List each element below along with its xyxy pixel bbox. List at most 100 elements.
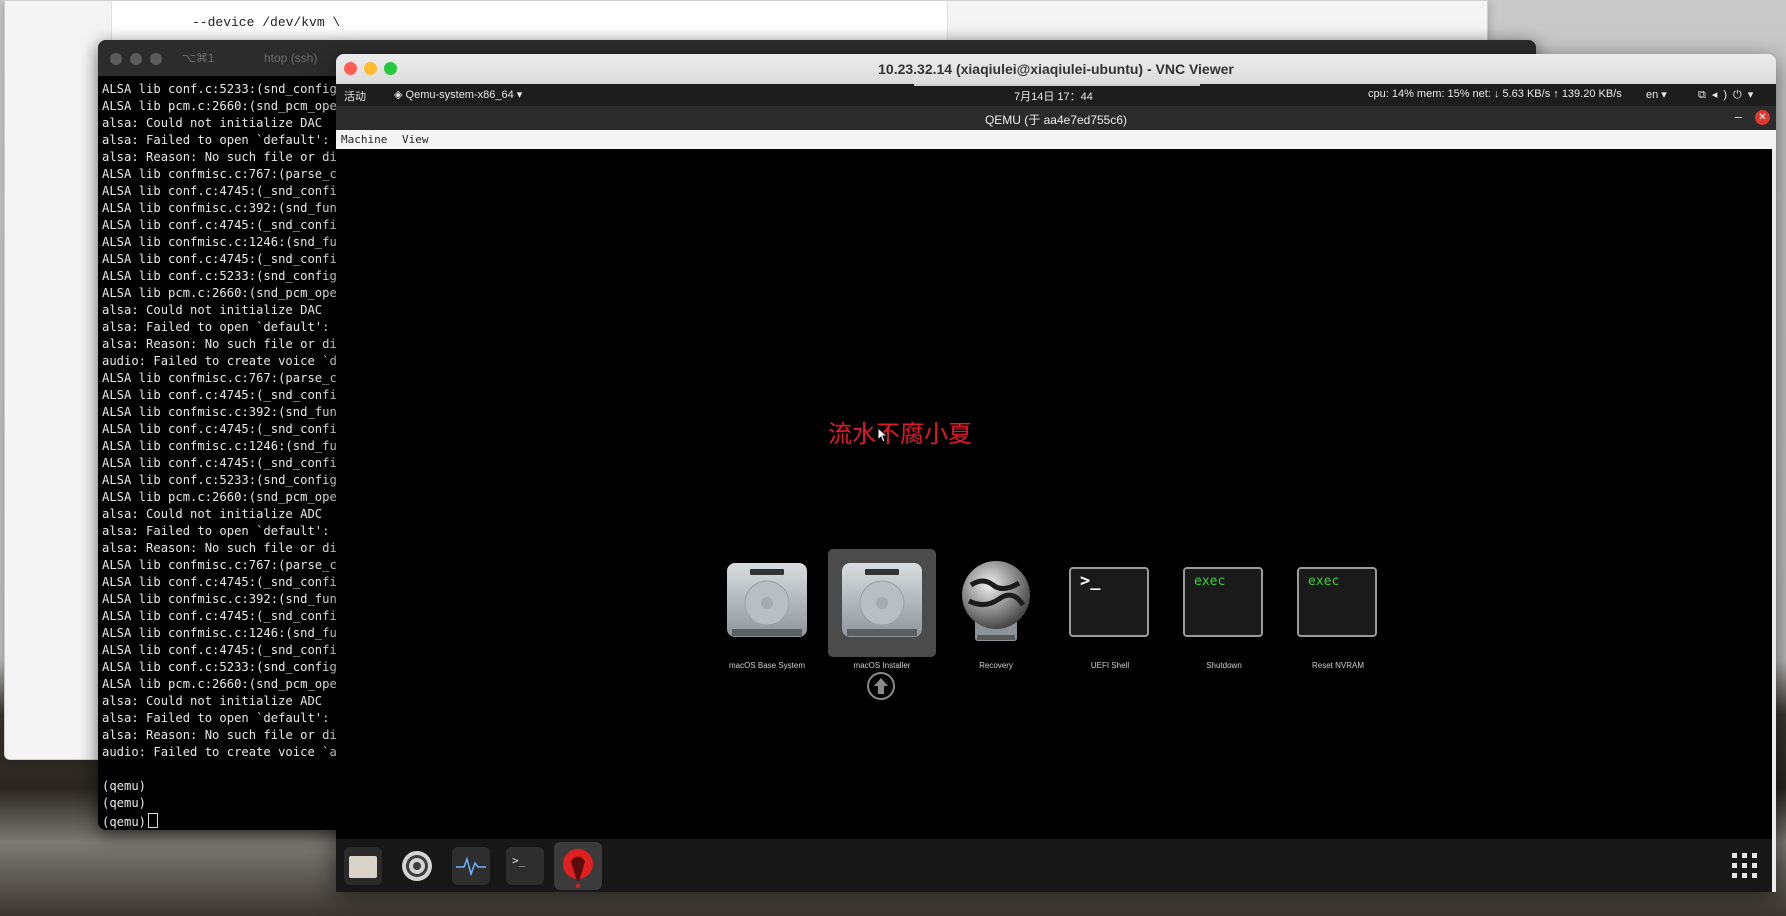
terminal-output-line: alsa: Reason: No such file or dir xyxy=(102,150,342,164)
exec-icon: exec xyxy=(1183,567,1263,637)
terminal-output-line: alsa: Reason: No such file or dir xyxy=(102,337,342,351)
exec-icon: exec xyxy=(1297,567,1377,637)
terminal-output-line: ALSA lib confmisc.c:392:(snd_func xyxy=(102,592,342,606)
terminal-output-line: ALSA lib pcm.c:2660:(snd_pcm_open xyxy=(102,286,342,300)
terminal-output-line: ALSA lib confmisc.c:1246:(snd_fun xyxy=(102,626,342,640)
qemu-display[interactable]: 流水不腐小夏 macOS Base System macOS Installer… xyxy=(336,149,1772,839)
terminal-output-line: alsa: Could not initialize ADC xyxy=(102,694,323,708)
system-monitor-icon[interactable] xyxy=(452,847,490,885)
terminal-output-line: ALSA lib conf.c:4745:(_snd_config xyxy=(102,643,342,657)
qemu-window-title: QEMU (于 aa4e7ed755c6) xyxy=(984,113,1128,127)
terminal-close-button[interactable] xyxy=(110,53,122,65)
terminal-icon[interactable]: >_ xyxy=(506,847,544,885)
terminal-output-line: ALSA lib confmisc.c:392:(snd_func xyxy=(102,201,342,215)
boot-entry-reset-nvram[interactable]: exec Reset NVRAM xyxy=(1283,549,1393,679)
mouse-pointer-icon xyxy=(877,427,889,443)
language-menu[interactable]: en ▾ xyxy=(1646,88,1667,101)
terminal-output-line: alsa: Reason: No such file or dir xyxy=(102,728,342,742)
panel-highlight-line xyxy=(914,84,1200,86)
terminal-minimize-button[interactable] xyxy=(130,53,142,65)
terminal-output-line: ALSA lib confmisc.c:767:(parse_ca xyxy=(102,371,342,385)
vnc-viewer-window[interactable]: 10.23.32.14 (xiaqiulei@xiaqiulei-ubuntu)… xyxy=(336,54,1776,892)
qemu-titlebar[interactable]: QEMU (于 aa4e7ed755c6) – ✕ xyxy=(336,106,1776,130)
terminal-output-line: ALSA lib conf.c:4745:(_snd_config xyxy=(102,218,342,232)
terminal-zoom-button[interactable] xyxy=(150,53,162,65)
menu-view[interactable]: View xyxy=(402,133,429,146)
exec-glyph: exec xyxy=(1194,574,1226,589)
boot-entry-label: Recovery xyxy=(979,661,1013,670)
boot-entry-shutdown[interactable]: exec Shutdown xyxy=(1169,549,1279,679)
menu-machine[interactable]: Machine xyxy=(341,133,387,146)
terminal-output-line: alsa: Could not initialize DAC xyxy=(102,116,323,130)
terminal-output-line: ALSA lib pcm.c:2660:(snd_pcm_open xyxy=(102,99,342,113)
terminal-prompt-text: (qemu) xyxy=(102,815,147,829)
network-icon: ⧉ xyxy=(1698,89,1712,101)
chevron-down-icon: ▾ xyxy=(513,89,523,101)
terminal-output-line: alsa: Reason: No such file or dir xyxy=(102,541,342,555)
chevron-down-icon: ▾ xyxy=(1747,89,1760,101)
terminal-output-line: alsa: Failed to open `default': xyxy=(102,711,330,725)
qemu-menubar: Machine View xyxy=(336,130,1776,149)
boot-entry-recovery[interactable]: Recovery xyxy=(941,549,1051,679)
ubuntu-dock: >_ xyxy=(336,839,1772,892)
terminal-output-line: alsa: Failed to open `default': xyxy=(102,133,330,147)
system-stats: cpu: 14% mem: 15% net: ↓ 5.63 KB/s ↑ 139… xyxy=(1368,88,1622,100)
apps-grid-icon[interactable] xyxy=(1732,853,1758,879)
boot-entry-label: Shutdown xyxy=(1206,661,1242,670)
hard-drive-icon xyxy=(727,563,807,637)
terminal-output-line: ALSA lib pcm.c:2660:(snd_pcm_open xyxy=(102,490,342,504)
terminal-output-line: ALSA lib confmisc.c:767:(parse_ca xyxy=(102,558,342,572)
app-menu-icon: ◈ xyxy=(394,89,406,101)
terminal-output-line: ALSA lib conf.c:4745:(_snd_config xyxy=(102,388,342,402)
vnc-titlebar[interactable]: 10.23.32.14 (xiaqiulei@xiaqiulei-ubuntu)… xyxy=(336,54,1776,85)
boot-entry-label: macOS Installer xyxy=(853,661,911,670)
terminal-cursor xyxy=(148,813,159,828)
minimize-icon[interactable]: – xyxy=(1735,109,1742,124)
editor-code-line: --device /dev/kvm \ xyxy=(192,15,341,30)
terminal-output-line: alsa: Could not initialize DAC xyxy=(102,303,323,317)
terminal-prompt-line: (qemu) xyxy=(102,796,147,810)
terminal-output-line: ALSA lib pcm.c:2660:(snd_pcm_open xyxy=(102,677,342,691)
terminal-output-line: ALSA lib confmisc.c:1246:(snd_fun xyxy=(102,235,342,249)
app-menu[interactable]: ◈ Qemu-system-x86_64 ▾ xyxy=(394,88,522,101)
exec-glyph: exec xyxy=(1308,574,1340,589)
terminal-output-line: alsa: Could not initialize ADC xyxy=(102,507,323,521)
up-arrow-icon[interactable] xyxy=(866,671,896,701)
app-menu-label: Qemu-system-x86_64 xyxy=(405,89,514,101)
terminal-output: ALSA lib conf.c:5233:(snd_config_ ALSA li… xyxy=(102,81,342,761)
terminal-output-line: ALSA lib confmisc.c:1246:(snd_fun xyxy=(102,439,342,453)
hard-drive-icon xyxy=(842,563,922,637)
terminal-output-line: ALSA lib conf.c:4745:(_snd_config xyxy=(102,422,342,436)
system-tray[interactable]: ⧉◂)⏻▾ xyxy=(1698,88,1759,102)
terminal-output-line: ALSA lib conf.c:5233:(snd_config_ xyxy=(102,660,342,674)
terminal-prompt-line: (qemu) xyxy=(102,779,147,793)
boot-entry-macos-base-system[interactable]: macOS Base System xyxy=(712,549,822,679)
terminal-output-line: audio: Failed to create voice `ad xyxy=(102,745,342,759)
boot-entry-macos-installer[interactable]: macOS Installer xyxy=(827,549,937,679)
chevron-down-icon: ▾ xyxy=(1658,89,1667,101)
panel-clock[interactable]: 7月14日 17：44 xyxy=(1014,88,1093,104)
terminal-icon: >_ xyxy=(1069,567,1149,637)
files-icon[interactable] xyxy=(344,847,382,885)
activities-button[interactable]: 活动 xyxy=(344,88,366,104)
terminal-output-line: audio: Failed to create voice `da xyxy=(102,354,342,368)
ubuntu-top-panel: 活动 ◈ Qemu-system-x86_64 ▾ 7月14日 17：44 cp… xyxy=(336,84,1776,106)
watermark-text: 流水不腐小夏 xyxy=(828,420,972,448)
terminal-output-line: ALSA lib conf.c:5233:(snd_config_ xyxy=(102,269,342,283)
qemu-icon[interactable] xyxy=(554,842,602,890)
close-icon[interactable]: ✕ xyxy=(1755,110,1770,125)
boot-entry-label: UEFI Shell xyxy=(1090,661,1130,670)
boot-entry-uefi-shell[interactable]: >_ UEFI Shell xyxy=(1055,549,1165,679)
terminal-tab-shortcut: ⌥⌘1 xyxy=(182,51,215,65)
terminal-output-line: alsa: Failed to open `default': xyxy=(102,524,330,538)
settings-icon[interactable] xyxy=(398,847,436,885)
terminal-output-line: ALSA lib confmisc.c:767:(parse_ca xyxy=(102,167,342,181)
language-label: en xyxy=(1646,89,1659,101)
terminal-output-line: ALSA lib conf.c:4745:(_snd_config xyxy=(102,184,342,198)
terminal-tab-title[interactable]: htop (ssh) xyxy=(264,51,317,65)
terminal-output-line: ALSA lib conf.c:5233:(snd_config_ xyxy=(102,473,342,487)
terminal-active-prompt[interactable]: (qemu) xyxy=(102,813,159,829)
terminal-output-line: ALSA lib confmisc.c:392:(snd_func xyxy=(102,405,342,419)
terminal-output-line: alsa: Failed to open `default': xyxy=(102,320,330,334)
volume-icon: ◂) xyxy=(1711,89,1734,101)
